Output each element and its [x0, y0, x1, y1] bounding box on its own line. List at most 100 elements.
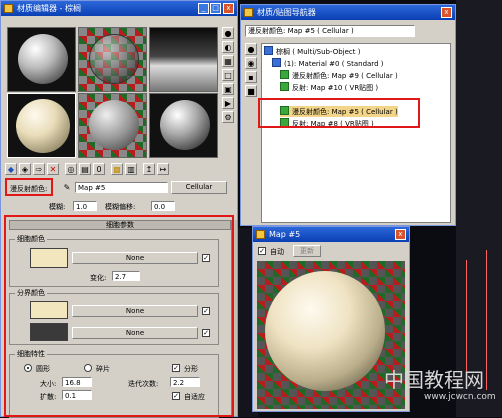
sample-slot-6[interactable]: [149, 93, 218, 158]
size-spinner[interactable]: 16.8: [62, 377, 92, 387]
division-color-1-map-button[interactable]: None: [72, 305, 198, 317]
navigator-window: 材质/贴图导航器 x 漫反射颜色: Map #5 ( Cellular ) ● …: [240, 4, 456, 226]
spread-spinner[interactable]: 0.1: [62, 390, 92, 400]
blur-offset-spinner[interactable]: 0.0: [151, 201, 175, 211]
watermark: 中国教程网 www.jcwcn.com: [384, 364, 502, 414]
video-color-icon[interactable]: ▣: [222, 83, 234, 95]
preview-sphere-cellular: [265, 271, 385, 391]
rollout-scrollbar[interactable]: [231, 220, 237, 416]
eyedropper-icon[interactable]: ✎: [61, 182, 73, 194]
material-id-icon[interactable]: 0: [93, 163, 105, 175]
make-preview-icon[interactable]: ▶: [222, 97, 234, 109]
view-list-icons-icon[interactable]: ◉: [245, 57, 257, 69]
sample-sphere: [89, 34, 139, 84]
background-icon[interactable]: ▦: [222, 55, 234, 67]
reset-map-icon[interactable]: ✕: [47, 163, 59, 175]
view-list-icon[interactable]: ●: [245, 43, 257, 55]
tree-label: 反射: Map #10 ( VR贴图 ): [292, 84, 379, 92]
map-preview-titlebar[interactable]: Map #5 x: [253, 227, 409, 242]
map-type-button[interactable]: Cellular: [171, 181, 227, 194]
sample-sphere-cellular: [16, 99, 70, 153]
options-icon[interactable]: ⚙: [222, 111, 234, 123]
fractal-checkbox[interactable]: ✓: [172, 364, 180, 372]
material-editor-titlebar[interactable]: 材质编辑器 - 棕榈 _ □ x: [1, 1, 237, 16]
editor-toolbar: ◆ ◈ ⇨ ✕ ◎ ▤ 0 ▩ ▥ ↥ ↦: [5, 163, 235, 177]
go-to-parent-icon[interactable]: ↥: [143, 163, 155, 175]
division-color-1-swatch[interactable]: [30, 301, 68, 319]
map-slot-label: 漫反射颜色:: [10, 185, 48, 193]
viewport-background: [456, 0, 502, 417]
adaptive-checkbox[interactable]: ✓: [172, 392, 180, 400]
sample-slot-4[interactable]: [7, 93, 76, 158]
sample-sphere: [89, 100, 139, 150]
go-forward-sibling-icon[interactable]: ↦: [157, 163, 169, 175]
round-label: 圆形: [36, 365, 50, 373]
division-colors-group: 分界颜色 None ✓ None ✓: [9, 288, 219, 345]
sample-slot-5[interactable]: [78, 93, 147, 158]
backlight-icon[interactable]: ◐: [222, 41, 234, 53]
division-colors-label: 分界颜色: [15, 288, 47, 298]
tree-node-submaterial[interactable]: (1): Material #0 ( Standard ): [272, 58, 383, 69]
app-icon: [4, 4, 13, 13]
sample-slot-2[interactable]: [78, 27, 147, 92]
make-unique-icon[interactable]: ◎: [65, 163, 77, 175]
cellular-params-rollout-header[interactable]: 细胞参数: [9, 220, 231, 230]
tree-node-map-5[interactable]: 漫反射颜色: Map #5 ( Cellular ): [280, 106, 398, 117]
map-icon: [280, 70, 289, 79]
division-color-1-map-checkbox[interactable]: ✓: [202, 307, 210, 315]
tree-node-map-9[interactable]: 漫反射颜色: Map #9 ( Cellular ): [280, 70, 398, 81]
material-editor-title: 材质编辑器 - 棕榈: [17, 4, 81, 13]
blur-label: 模糊:: [49, 203, 66, 211]
fractal-label: 分形: [184, 365, 198, 373]
rollout-title: 细胞参数: [106, 221, 134, 229]
cell-color-swatch[interactable]: [30, 248, 68, 268]
cell-color-map-checkbox[interactable]: ✓: [202, 254, 210, 262]
map-name-field[interactable]: Map #5: [75, 182, 168, 193]
division-color-2-swatch[interactable]: [30, 323, 68, 341]
navigator-titlebar[interactable]: 材质/贴图导航器 x: [241, 5, 455, 20]
sample-slot-1[interactable]: [7, 27, 76, 92]
tree-node-map-8[interactable]: 反射: Map #8 ( VR贴图 ): [280, 118, 374, 129]
cell-color-map-button[interactable]: None: [72, 252, 198, 264]
material-icon: [272, 58, 281, 67]
round-radio[interactable]: [24, 364, 32, 372]
show-end-result-icon[interactable]: ▥: [125, 163, 137, 175]
division-color-2-map-button[interactable]: None: [72, 327, 198, 339]
get-material-icon[interactable]: ◆: [5, 163, 17, 175]
close-icon[interactable]: x: [441, 7, 452, 18]
show-map-icon[interactable]: ▩: [111, 163, 123, 175]
sample-environment: [150, 28, 217, 91]
view-small-icons-icon[interactable]: ▪: [245, 71, 257, 83]
sample-slot-3[interactable]: [149, 27, 218, 92]
view-large-icons-icon[interactable]: ■: [245, 85, 257, 97]
minimize-icon[interactable]: _: [198, 3, 209, 14]
size-label: 大小:: [40, 380, 57, 388]
close-icon[interactable]: x: [223, 3, 234, 14]
map-icon: [280, 106, 289, 115]
variation-spinner[interactable]: 2.7: [112, 271, 140, 281]
chips-radio[interactable]: [84, 364, 92, 372]
tree-label: 漫反射颜色: Map #5 ( Cellular ): [292, 108, 398, 116]
blur-spinner[interactable]: 1.0: [73, 201, 97, 211]
put-to-library-icon[interactable]: ▤: [79, 163, 91, 175]
division-color-2-map-checkbox[interactable]: ✓: [202, 329, 210, 337]
iterations-label: 迭代次数:: [128, 380, 159, 388]
assign-to-selection-icon[interactable]: ⇨: [33, 163, 45, 175]
update-label: 更新: [300, 247, 314, 255]
close-icon[interactable]: x: [395, 229, 406, 240]
update-button[interactable]: 更新: [293, 245, 321, 257]
uv-tiling-icon[interactable]: □: [222, 69, 234, 81]
auto-update-checkbox[interactable]: ✓: [258, 247, 266, 255]
put-to-scene-icon[interactable]: ◈: [19, 163, 31, 175]
tree-node-map-10[interactable]: 反射: Map #10 ( VR贴图 ): [280, 82, 378, 93]
sample-type-icon[interactable]: ●: [222, 27, 234, 39]
cell-characteristics-group: 细胞特性 圆形 碎片 ✓ 分形 大小: 16.8 迭代次数: 2.2 扩散: 0…: [9, 349, 219, 418]
iterations-spinner[interactable]: 2.2: [170, 377, 200, 387]
auto-label: 自动: [270, 248, 284, 256]
map-preview-title: Map #5: [269, 230, 301, 239]
maximize-icon[interactable]: □: [210, 3, 221, 14]
navigator-header-text: 漫反射颜色: Map #5 ( Cellular ): [248, 27, 354, 35]
tree-node-root[interactable]: 棕榈 ( Multi/Sub-Object ): [264, 46, 360, 57]
app-icon: [244, 8, 253, 17]
app-icon: [256, 230, 265, 239]
